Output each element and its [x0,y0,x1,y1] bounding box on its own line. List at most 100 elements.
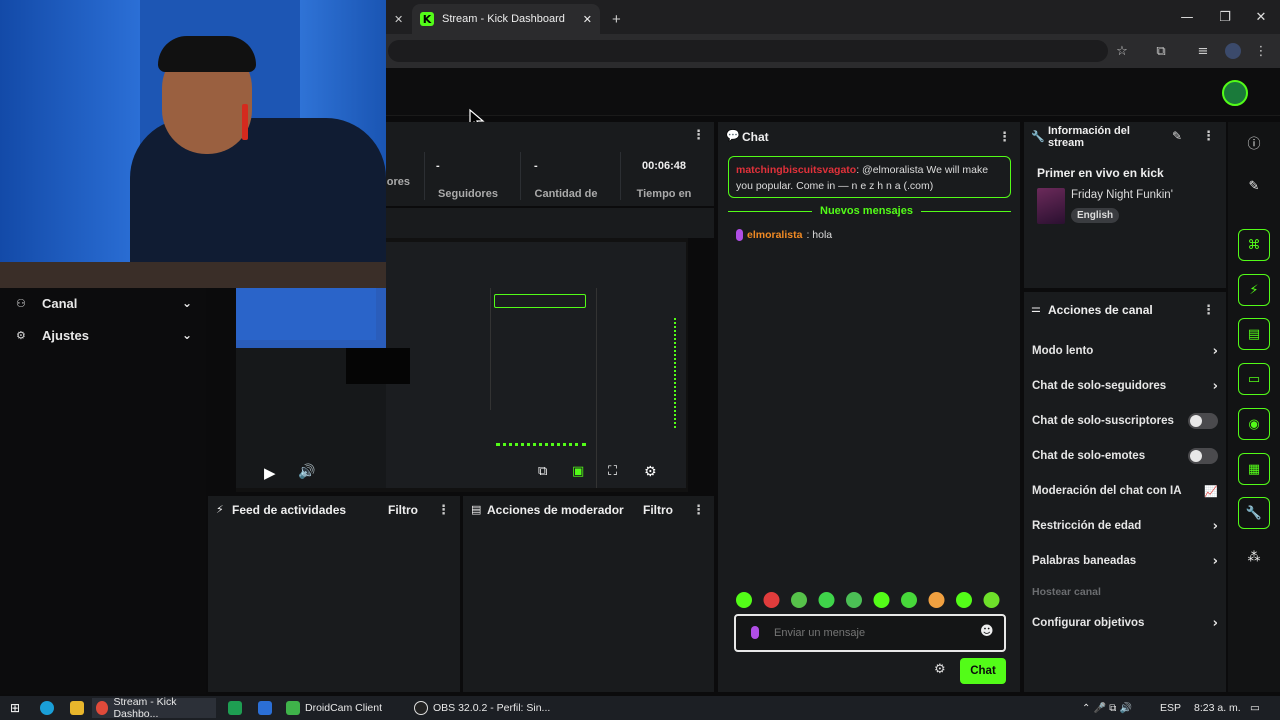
media-icon[interactable]: ≡ [1192,40,1214,62]
language-badge: English [1071,208,1120,223]
stream-info-title: Información del stream [1048,125,1130,149]
taskbar-obs[interactable]: OBS 32.0.2 - Perfil: Sin... [410,698,554,718]
emotes-only-toggle[interactable] [1188,448,1218,464]
users-icon: ⚇ [16,296,26,310]
emote-bar[interactable] [734,590,1010,610]
preview-video [346,348,410,384]
profile-avatar[interactable] [1222,40,1244,62]
extensions-icon[interactable]: ⧉ [1150,40,1172,62]
address-bar[interactable] [388,40,1108,62]
clock[interactable]: 8:23 a. m. [1190,698,1245,718]
chrome-icon [96,701,109,715]
action-configure-goals[interactable]: Configurar objetivos › [1032,613,1218,633]
stream-info-menu-icon[interactable]: ⋮ [1202,129,1215,144]
taskbar-edge[interactable] [36,698,58,718]
stat-uptime: 00:06:48 Tiempo en [636,160,692,200]
user-avatar[interactable] [1222,80,1248,106]
maximize-button[interactable]: ❐ [1214,6,1236,28]
emote-icon[interactable] [791,592,807,608]
taskbar-explorer[interactable] [66,698,88,718]
pip-button[interactable]: ⧉ [538,464,547,479]
taskbar-droidcam[interactable]: DroidCam Client [282,698,386,718]
clip-button[interactable]: ▣ [572,464,584,479]
emote-icon[interactable] [983,592,1000,608]
taskbar-chrome[interactable]: Stream - Kick Dashbo... [92,696,216,720]
pinned-username[interactable]: matchingbiscuitsvagato [736,164,856,176]
desk [0,262,386,288]
message-username[interactable]: elmoralista [747,229,802,241]
shield-icon: ▤ [471,503,482,516]
lightning-icon[interactable]: ⚡ [1238,274,1270,306]
tab-close-icon[interactable]: ✕ [583,13,592,26]
edit-pencil-icon[interactable]: ✎ [1238,170,1270,202]
chart-icon: 📈 [1204,484,1218,498]
sidebar-item-ajustes[interactable]: ⚙ Ajustes ⌄ [16,324,192,346]
chat-bubble-icon[interactable]: ▭ [1238,363,1270,395]
close-window-button[interactable]: ✕ [1250,6,1272,28]
chat-menu-icon[interactable]: ⋮ [998,130,1011,145]
action-banned-words[interactable]: Palabras baneadas › [1032,551,1218,571]
stat-count: - Cantidad de [534,160,598,200]
stats-menu-icon[interactable]: ⋮ [692,128,705,143]
sidebar-item-canal[interactable]: ⚇ Canal ⌄ [16,292,192,314]
action-slow-mode[interactable]: Modo lento › [1032,341,1218,361]
taskbar-word[interactable] [254,698,276,718]
chat-settings-gear-icon[interactable]: ⚙ [934,662,946,677]
category-name[interactable]: Friday Night Funkin' [1071,189,1173,201]
menu-icon[interactable]: ⋮ [1250,40,1272,62]
info-icon[interactable]: ⓘ [1238,126,1270,158]
lightning-icon: ⚡ [216,503,224,516]
apps-icon[interactable]: ⁂ [1238,541,1270,573]
minimize-button[interactable]: — [1176,6,1198,28]
tab-close-icon[interactable]: ✕ [386,4,408,34]
activity-feed-title: Feed de actividades [232,503,347,517]
preview-icon[interactable]: ◉ [1238,408,1270,440]
star-icon[interactable]: ☆ [1111,40,1133,62]
tab-kick-dashboard[interactable]: K Stream - Kick Dashboard ✕ [412,4,600,34]
sliders-icon: ⚌ [1031,302,1041,315]
channel-actions-title: Acciones de canal [1048,303,1153,317]
volume-button[interactable]: 🔊 [298,464,315,480]
chevron-right-icon: › [1212,553,1218,569]
action-followers-only[interactable]: Chat de solo-seguidores › [1032,376,1218,396]
emote-icon[interactable] [901,592,917,608]
taskbar-label: OBS 32.0.2 - Perfil: Sin... [433,702,551,714]
channel-actions-menu-icon[interactable]: ⋮ [1202,303,1215,318]
emote-icon[interactable] [736,592,752,608]
wrench-icon[interactable]: 🔧 [1238,497,1270,529]
pinned-message[interactable]: matchingbiscuitsvagato: @elmoralista We … [728,156,1011,198]
chat-input-box[interactable]: ☻ [734,614,1006,652]
mod-menu-icon[interactable]: ⋮ [692,503,705,518]
send-chat-button[interactable]: Chat [960,658,1006,684]
play-button[interactable]: ▶ [264,464,276,482]
new-tab-button[interactable]: + [604,4,626,34]
emote-icon[interactable] [846,592,862,608]
wrench-icon: 🔧 [1031,130,1045,143]
emote-icon[interactable] [763,592,780,608]
subscribers-only-toggle[interactable] [1188,413,1218,429]
action-ai-moderation[interactable]: Moderación del chat con IA 📈 [1032,481,1218,501]
notifications-icon[interactable]: ▭ [1246,698,1264,718]
chat-input[interactable] [772,624,972,642]
moderation-tool-icon[interactable]: ⌘ [1238,229,1270,261]
emote-icon[interactable] [873,592,890,608]
action-age-restriction[interactable]: Restricción de edad › [1032,516,1218,536]
start-button[interactable]: ⊞ [6,698,24,718]
tray-icons[interactable]: ⌃ 🎤 ⧉ 🔊 [1078,698,1136,718]
emoji-icon[interactable]: ☻ [980,624,994,639]
mod-filter-button[interactable]: Filtro [643,503,673,517]
layout-icon[interactable]: ▦ [1238,453,1270,485]
category-thumbnail[interactable] [1037,188,1065,224]
emote-icon[interactable] [956,592,972,608]
edit-pencil-icon[interactable]: ✎ [1172,129,1182,143]
activity-filter-button[interactable]: Filtro [388,503,418,517]
taskbar-sheets[interactable] [224,698,246,718]
emote-icon[interactable] [928,592,945,608]
document-icon[interactable]: ▤ [1238,318,1270,350]
activity-menu-icon[interactable]: ⋮ [437,503,450,518]
settings-gear-icon[interactable]: ⚙ [644,464,657,480]
emote-icon[interactable] [818,592,835,608]
fullscreen-button[interactable]: ⛶ [608,464,617,479]
chat-message: elmoralista: hola [736,229,832,241]
language-indicator[interactable]: ESP [1156,698,1185,718]
